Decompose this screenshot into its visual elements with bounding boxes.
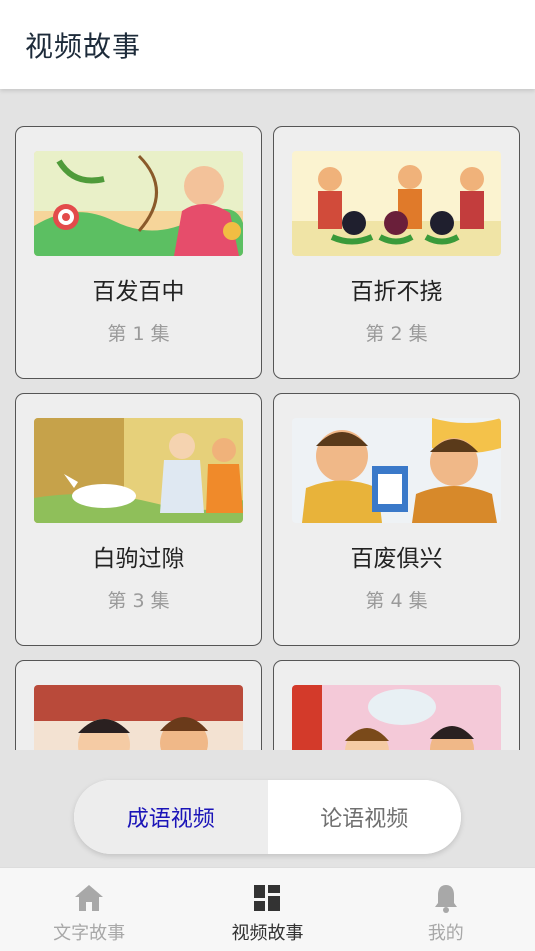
tab-text-stories[interactable]: 文字故事 xyxy=(0,868,178,951)
tab-video-stories[interactable]: 视频故事 xyxy=(178,868,356,951)
video-thumbnail xyxy=(292,418,501,523)
video-episode: 第 3 集 xyxy=(107,590,170,612)
video-title: 百折不挠 xyxy=(350,279,443,305)
video-thumbnail xyxy=(34,418,243,523)
video-card[interactable] xyxy=(273,660,520,750)
tab-label: 视频故事 xyxy=(231,923,304,944)
tab-label: 文字故事 xyxy=(53,923,126,944)
video-thumbnail xyxy=(292,685,501,750)
video-thumbnail xyxy=(34,151,243,256)
video-thumbnail xyxy=(292,151,501,256)
home-icon xyxy=(73,882,105,914)
bottom-tab-bar: 文字故事 视频故事 我的 xyxy=(0,867,535,951)
video-episode: 第 2 集 xyxy=(365,323,428,345)
tab-label: 我的 xyxy=(427,923,464,944)
segment-analects-videos[interactable]: 论语视频 xyxy=(267,780,461,854)
video-title: 百废俱兴 xyxy=(350,546,443,572)
video-card[interactable] xyxy=(15,660,262,750)
bell-icon xyxy=(430,882,462,914)
app-bar: 视频故事 xyxy=(0,0,535,89)
video-thumbnail xyxy=(34,685,243,750)
video-list[interactable]: 百发百中 第 1 集 百折不挠 第 2 集 白驹过隙 第 3 集 百废俱兴 第 … xyxy=(0,89,535,750)
video-title: 白驹过隙 xyxy=(92,546,185,572)
video-card[interactable]: 白驹过隙 第 3 集 xyxy=(15,393,262,646)
video-episode: 第 1 集 xyxy=(107,323,170,345)
video-episode: 第 4 集 xyxy=(365,590,428,612)
segment-idiom-videos[interactable]: 成语视频 xyxy=(74,780,268,854)
video-card[interactable]: 百废俱兴 第 4 集 xyxy=(273,393,520,646)
video-card[interactable]: 百发百中 第 1 集 xyxy=(15,126,262,379)
video-title: 百发百中 xyxy=(92,279,185,305)
grid-icon xyxy=(251,882,283,914)
category-segmented-control: 成语视频 论语视频 xyxy=(74,780,461,854)
page-title: 视频故事 xyxy=(25,30,142,63)
video-card[interactable]: 百折不挠 第 2 集 xyxy=(273,126,520,379)
tab-mine[interactable]: 我的 xyxy=(357,868,535,951)
